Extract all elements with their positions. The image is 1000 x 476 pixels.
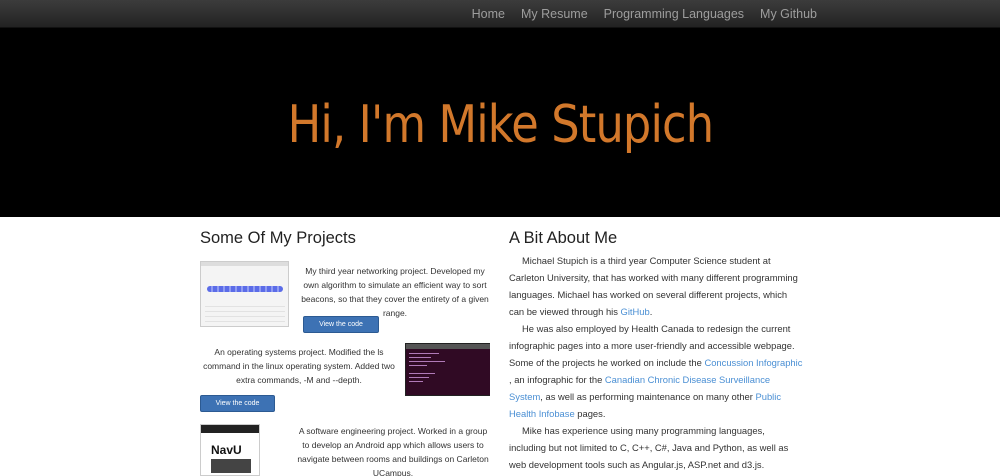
terminal-line (409, 353, 439, 354)
nav-resume-link[interactable]: My Resume (521, 7, 588, 21)
thumbnail-rows (205, 306, 285, 322)
terminal-screenshot-thumbnail (405, 343, 490, 396)
terminal-line (409, 365, 427, 366)
nav-github-link[interactable]: My Github (760, 7, 817, 21)
terminal-line (409, 361, 445, 362)
hero-banner: Hi, I'm Mike Stupich (0, 28, 1000, 217)
view-os-code-button[interactable]: View the code (200, 395, 275, 412)
nav-home-link[interactable]: Home (472, 7, 505, 21)
nav-languages-link[interactable]: Programming Languages (604, 7, 744, 21)
about-p2-mid2: , as well as performing maintenance on m… (540, 391, 756, 402)
about-title: A Bit About Me (509, 229, 618, 247)
app-header-bar (201, 425, 259, 433)
concussion-infographic-link[interactable]: Concussion Infographic (704, 357, 802, 368)
top-navbar: Home My Resume Programming Languages My … (0, 0, 1000, 28)
about-paragraph-3: Mike has experience using many programmi… (509, 425, 789, 470)
navu-logo: NavU (211, 443, 242, 457)
about-p1-end: . (649, 306, 653, 317)
about-paragraph-2: He was also employed by Health Canada to… (509, 320, 804, 422)
beacon-bar-graphic (207, 286, 283, 292)
terminal-line (409, 381, 423, 382)
nav-links: Home My Resume Programming Languages My … (456, 0, 817, 28)
github-link[interactable]: GitHub (621, 306, 650, 317)
networking-project-thumbnail (200, 261, 289, 327)
projects-section: Some Of My Projects My third year networ… (200, 218, 490, 476)
terminal-titlebar (406, 344, 490, 349)
about-body: Michael Stupich is a third year Computer… (509, 252, 804, 473)
about-paragraph-1: Michael Stupich is a third year Computer… (509, 252, 804, 320)
networking-project-description: My third year networking project. Develo… (301, 266, 489, 318)
about-p2-end: pages. (574, 408, 606, 419)
os-project-description: An operating systems project. Modified t… (203, 347, 395, 385)
hero-title: Hi, I'm Mike Stupich (287, 94, 713, 155)
thumbnail-header (201, 262, 288, 266)
about-p1-text: Michael Stupich is a third year Computer… (509, 255, 798, 317)
about-section: A Bit About Me Michael Stupich is a thir… (509, 218, 804, 476)
navu-app-thumbnail: NavU (200, 424, 260, 476)
projects-title: Some Of My Projects (200, 229, 356, 247)
terminal-line (409, 357, 431, 358)
about-p2-mid1: , an infographic for the (509, 374, 605, 385)
software-eng-project-description: A software engineering project. Worked i… (297, 426, 489, 476)
terminal-line (409, 373, 435, 374)
terminal-line (409, 377, 429, 378)
view-networking-code-button[interactable]: View the code (303, 316, 379, 333)
app-content-block (211, 459, 251, 473)
